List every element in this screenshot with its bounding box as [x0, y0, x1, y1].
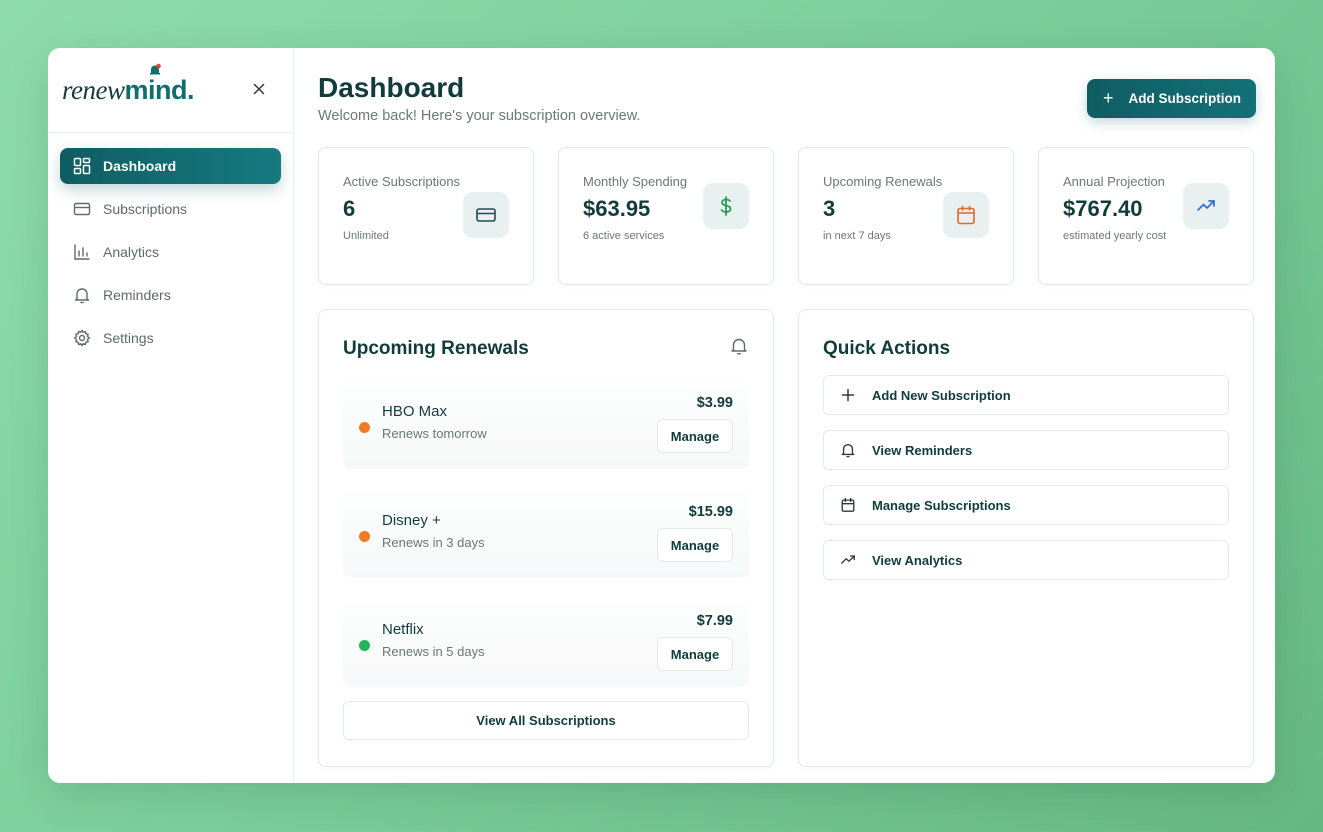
stat-card-active-subscriptions: Active Subscriptions 6 Unlimited	[318, 147, 534, 285]
sidebar-nav: Dashboard Subscriptions Analytics Remind…	[48, 133, 293, 378]
quick-actions-panel: Quick Actions Add New Subscription View …	[798, 309, 1254, 767]
quick-action-view-reminders[interactable]: View Reminders	[823, 430, 1229, 470]
manage-button[interactable]: Manage	[657, 419, 733, 453]
renewal-name: HBO Max	[382, 403, 448, 420]
bell-icon	[838, 440, 858, 460]
add-subscription-button[interactable]: + Add Subscription	[1086, 79, 1256, 118]
stat-card-monthly-spending: Monthly Spending $63.95 6 active service…	[558, 147, 774, 285]
status-dot	[359, 422, 370, 433]
gear-icon	[72, 328, 92, 348]
logo-text-mind: mind.	[124, 74, 194, 105]
renewal-name: Netflix	[382, 621, 424, 638]
stat-label: Upcoming Renewals	[823, 174, 943, 189]
add-subscription-label: Add Subscription	[1128, 91, 1242, 106]
logo-bell-icon	[150, 63, 161, 74]
stat-card-annual-projection: Annual Projection $767.40 estimated year…	[1038, 147, 1254, 285]
quick-action-add-subscription[interactable]: Add New Subscription	[823, 375, 1229, 415]
bar-chart-icon	[72, 242, 92, 262]
view-all-subscriptions-button[interactable]: View All Subscriptions	[343, 701, 749, 740]
quick-action-manage-subscriptions[interactable]: Manage Subscriptions	[823, 485, 1229, 525]
sidebar-item-subscriptions[interactable]: Subscriptions	[60, 191, 281, 227]
status-dot	[359, 640, 370, 651]
stat-note: 6 active services	[583, 229, 665, 242]
dollar-icon	[703, 183, 749, 229]
sidebar-item-label: Reminders	[103, 287, 171, 303]
calendar-icon	[943, 192, 989, 238]
trending-up-icon	[838, 550, 858, 570]
renewal-price: $3.99	[696, 395, 733, 411]
quick-action-label: Manage Subscriptions	[872, 497, 1011, 513]
renewal-when: Renews in 3 days	[382, 535, 485, 550]
stat-note: estimated yearly cost	[1063, 229, 1167, 242]
sidebar-item-settings[interactable]: Settings	[60, 320, 281, 356]
brand-row: renew mind.	[48, 48, 293, 133]
plus-icon	[838, 385, 858, 405]
quick-action-label: View Analytics	[872, 552, 963, 568]
main-content: Dashboard Welcome back! Here's your subs…	[294, 48, 1275, 783]
sidebar-item-analytics[interactable]: Analytics	[60, 234, 281, 270]
panels-row: Upcoming Renewals HBO Max Renews tomorro…	[318, 309, 1255, 767]
bell-icon	[72, 285, 92, 305]
close-sidebar-button[interactable]	[249, 79, 269, 99]
stat-label: Active Subscriptions	[343, 174, 461, 189]
logo-text-renew: renew	[62, 74, 125, 105]
manage-button[interactable]: Manage	[657, 637, 733, 671]
renewal-when: Renews tomorrow	[382, 426, 487, 441]
sidebar-item-label: Analytics	[103, 244, 160, 260]
quick-action-label: Add New Subscription	[872, 387, 1011, 403]
sidebar: renew mind. Dashboard Subscriptions Anal…	[48, 48, 294, 783]
bell-icon[interactable]	[729, 336, 749, 356]
manage-button[interactable]: Manage	[657, 528, 733, 562]
stat-label: Monthly Spending	[583, 174, 688, 189]
close-icon	[253, 83, 265, 95]
stat-label: Annual Projection	[1063, 174, 1165, 189]
dashboard-grid-icon	[72, 156, 92, 176]
sidebar-item-label: Settings	[103, 330, 154, 346]
sidebar-item-label: Subscriptions	[103, 201, 188, 217]
renewal-name: Disney +	[382, 512, 441, 529]
credit-card-icon	[72, 199, 92, 219]
stat-card-upcoming-renewals: Upcoming Renewals 3 in next 7 days	[798, 147, 1014, 285]
logo: renew mind.	[62, 63, 194, 106]
sidebar-item-label: Dashboard	[103, 158, 177, 174]
quick-action-view-analytics[interactable]: View Analytics	[823, 540, 1229, 580]
credit-card-icon	[463, 192, 509, 238]
quick-action-label: View Reminders	[872, 442, 973, 458]
renewal-price: $15.99	[688, 504, 733, 520]
stats-row: Active Subscriptions 6 Unlimited Monthly…	[318, 147, 1255, 285]
panel-title: Upcoming Renewals	[343, 338, 529, 359]
renewal-item: Disney + Renews in 3 days $15.99 Manage	[343, 490, 749, 578]
renewal-item: HBO Max Renews tomorrow $3.99 Manage	[343, 381, 749, 469]
status-dot	[359, 531, 370, 542]
renewal-price: $7.99	[696, 613, 733, 629]
app-window: renew mind. Dashboard Subscriptions Anal…	[48, 48, 1275, 783]
renewal-item: Netflix Renews in 5 days $7.99 Manage	[343, 599, 749, 687]
renewal-when: Renews in 5 days	[382, 644, 485, 659]
plus-icon: +	[1102, 88, 1114, 108]
sidebar-item-reminders[interactable]: Reminders	[60, 277, 281, 313]
calendar-icon	[838, 495, 858, 515]
upcoming-renewals-panel: Upcoming Renewals HBO Max Renews tomorro…	[318, 309, 774, 767]
sidebar-item-dashboard[interactable]: Dashboard	[60, 148, 281, 184]
panel-title: Quick Actions	[823, 338, 951, 359]
trending-up-icon	[1183, 183, 1229, 229]
